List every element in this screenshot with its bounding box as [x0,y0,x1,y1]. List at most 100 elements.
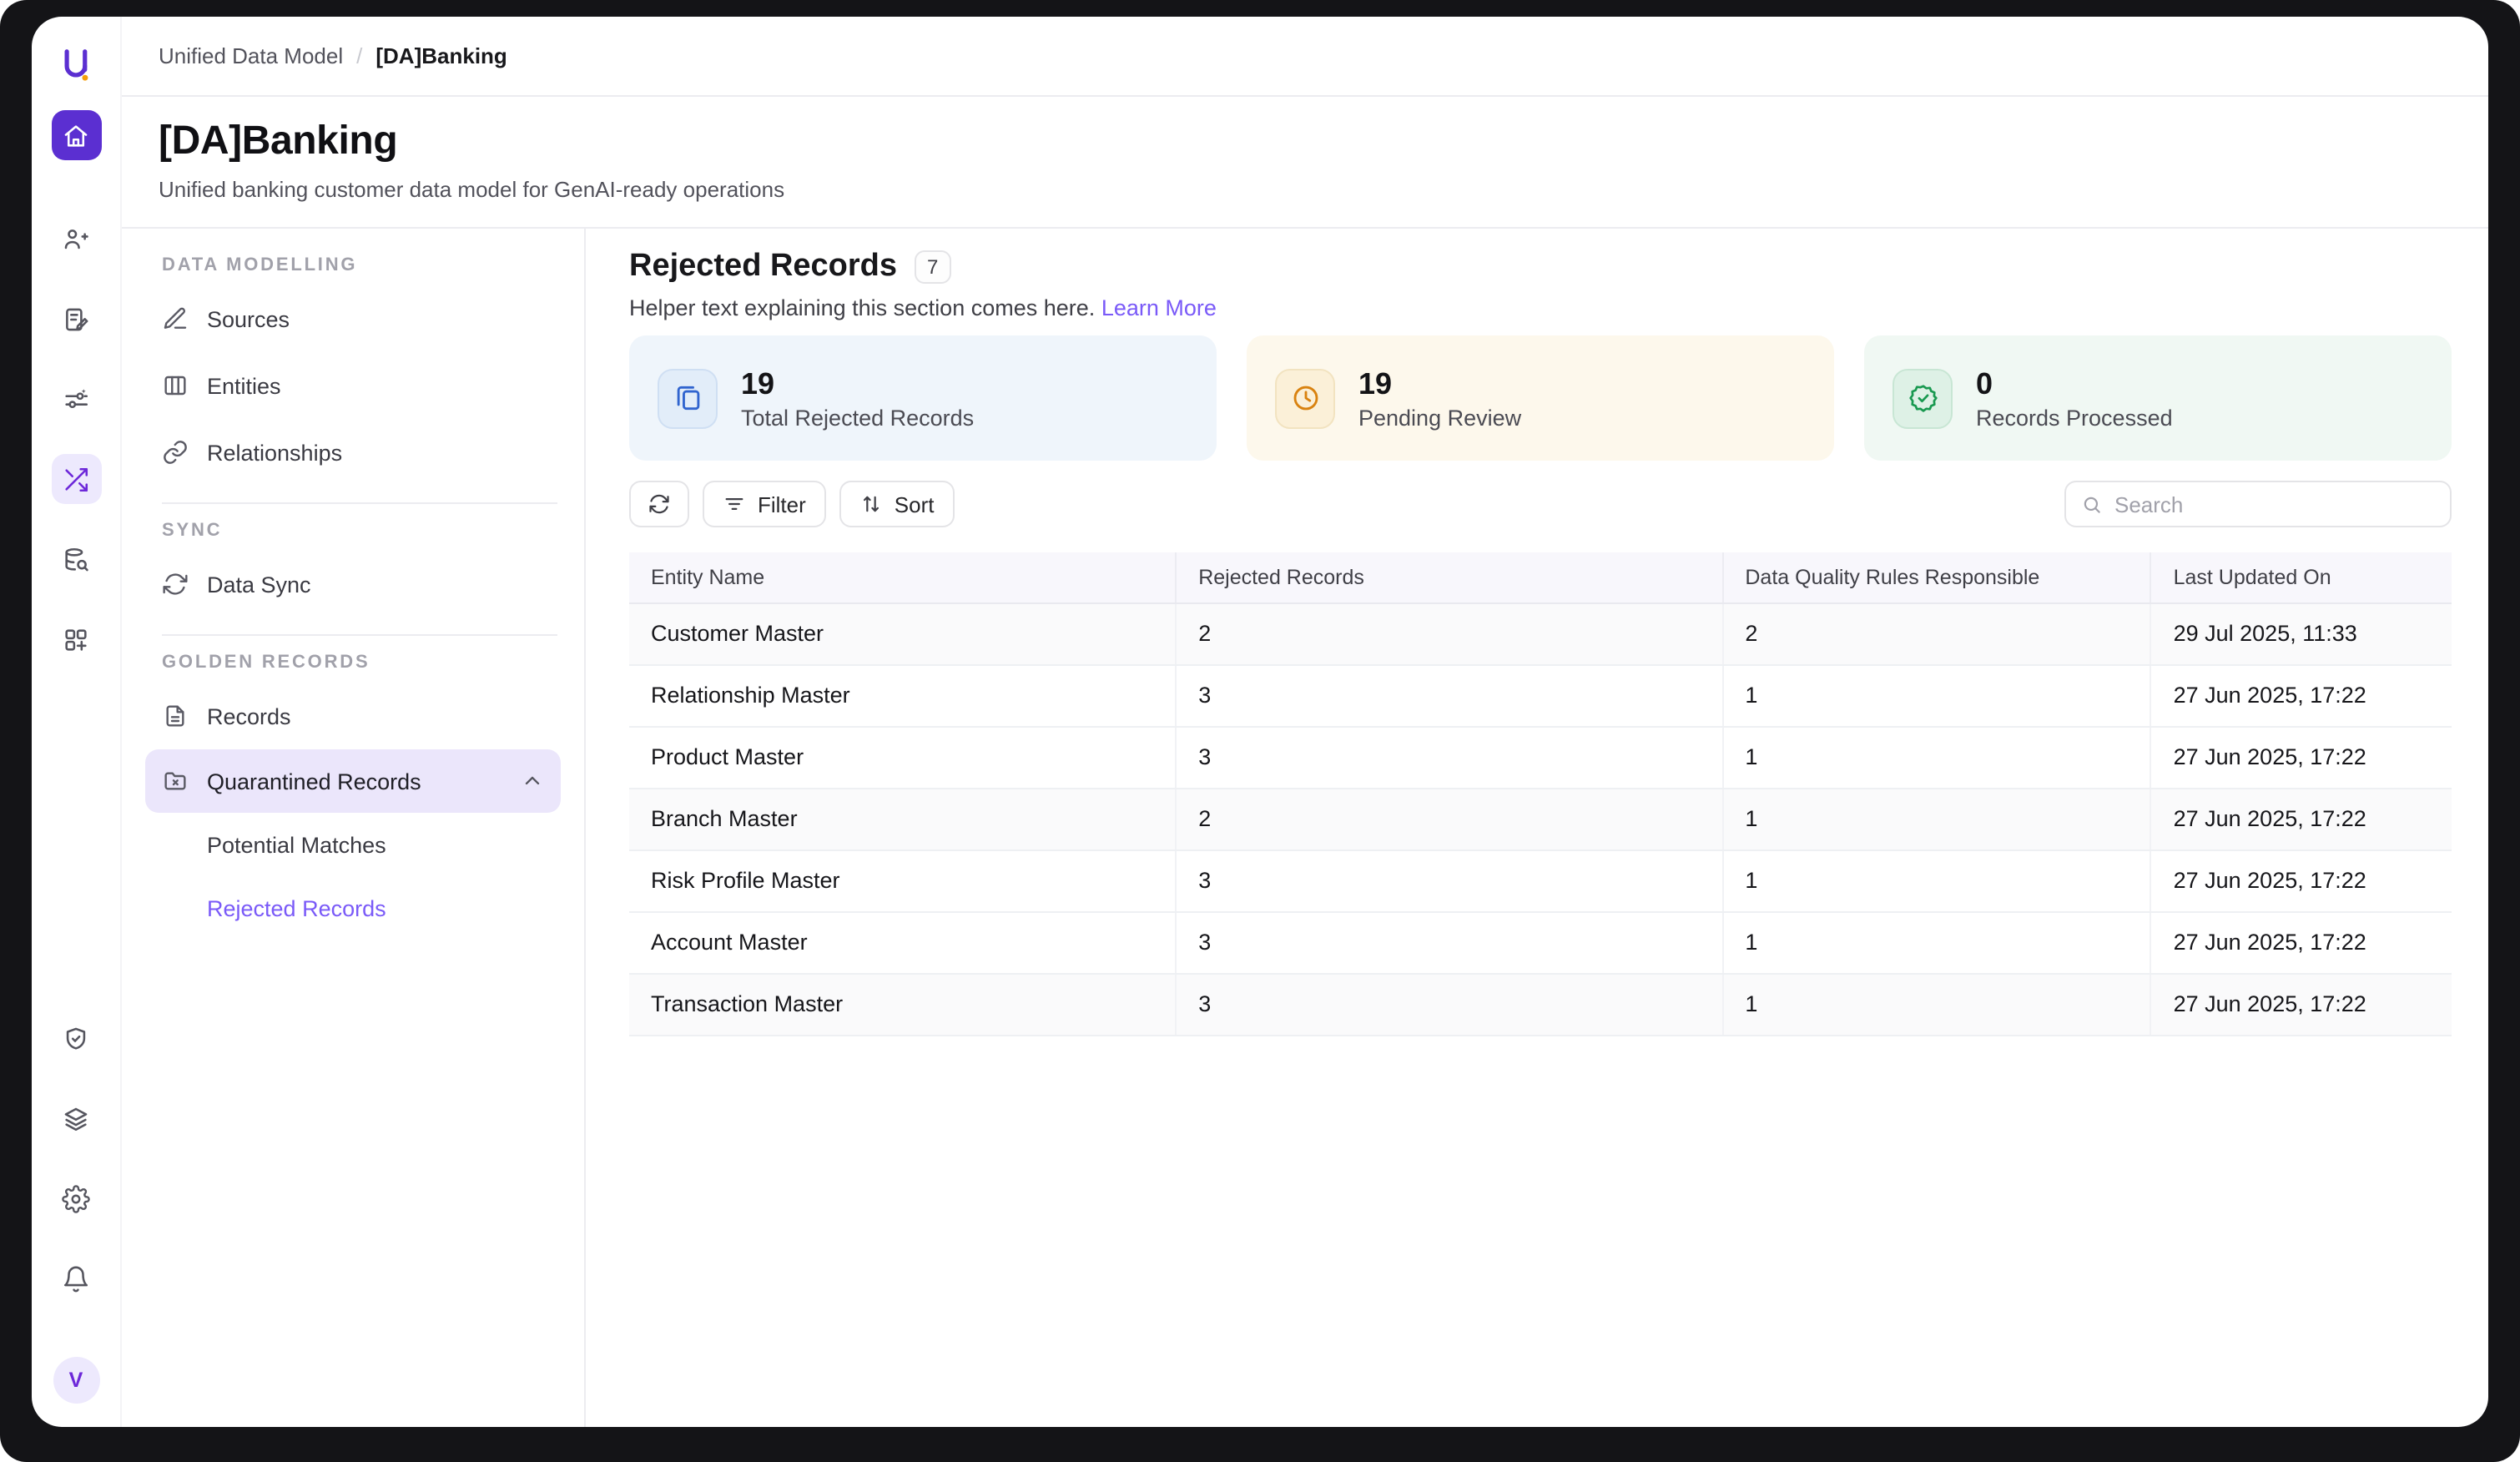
cell-last-updated: 29 Jul 2025, 11:33 [2151,602,2452,664]
main-panel: Rejected Records 7 Helper text explainin… [586,229,2488,1427]
sidebar-item-data-sync[interactable]: Data Sync [122,551,584,618]
home-icon [62,121,90,149]
cell-rejected-records: 3 [1176,911,1722,973]
cell-rejected-records: 3 [1176,849,1722,911]
stat-icon-box [1275,368,1335,428]
document-edit-icon [62,305,90,333]
search-box[interactable] [2064,481,2452,527]
stat-value: 19 [1358,366,1521,401]
security-button[interactable] [51,1013,101,1063]
stat-label: Pending Review [1358,405,1521,430]
cell-dq-rules: 1 [1722,664,2150,726]
cell-entity-name: Risk Profile Master [629,849,1176,911]
layers-button[interactable] [51,1093,101,1143]
chevron-up-icon[interactable] [521,769,544,793]
quarantine-folder-icon [162,768,189,794]
refresh-button[interactable] [629,481,689,527]
sort-button[interactable]: Sort [839,481,955,527]
app-window: V Unified Data Model / [DA]Banking [DA]B… [32,17,2488,1427]
table-row[interactable]: Product Master 3 1 27 Jun 2025, 17:22 [629,726,2452,788]
sidebar-item-sources[interactable]: Sources [122,285,584,352]
stat-card-records-processed: 0 Records Processed [1864,335,2452,461]
column-header-last-updated: Last Updated On [2151,552,2452,602]
refresh-icon [648,492,671,516]
settings-button[interactable] [51,1173,101,1223]
gear-icon [62,1184,90,1212]
toolbar-left-group: Filter Sort [629,481,954,527]
sidebar-item-label: Rejected Records [207,895,386,920]
breadcrumb: Unified Data Model / [DA]Banking [122,17,2488,97]
link-icon [162,439,189,466]
page-title: [DA]Banking [159,118,2452,165]
cell-entity-name: Account Master [629,911,1176,973]
content-row: DATA MODELLING Sources Entities [122,229,2488,1427]
stat-text: 19 Total Rejected Records [741,366,974,430]
data-flow-button[interactable] [51,454,101,504]
cell-rejected-records: 3 [1176,726,1722,788]
table-row[interactable]: Customer Master 2 2 29 Jul 2025, 11:33 [629,602,2452,664]
column-header-entity-name: Entity Name [629,552,1176,602]
database-search-button[interactable] [51,534,101,584]
learn-more-link[interactable]: Learn More [1101,295,1217,320]
cell-entity-name: Product Master [629,726,1176,788]
sort-arrows-icon [859,492,883,516]
sort-button-label: Sort [895,492,935,517]
table-row[interactable]: Branch Master 2 1 27 Jun 2025, 17:22 [629,788,2452,849]
sidebar-item-rejected-records[interactable]: Rejected Records [122,876,584,940]
sidebar-divider [162,634,557,636]
sidebar-item-label: Relationships [207,440,342,465]
sidebar-item-records[interactable]: Records [122,683,584,749]
table-row[interactable]: Transaction Master 3 1 27 Jun 2025, 17:2… [629,973,2452,1035]
section-header: Rejected Records 7 [629,249,2452,285]
filter-button[interactable]: Filter [703,481,826,527]
sidebar-section-golden-records: GOLDEN RECORDS [122,639,584,683]
sidebar-item-potential-matches[interactable]: Potential Matches [122,813,584,876]
cell-entity-name: Transaction Master [629,973,1176,1035]
table-row[interactable]: Risk Profile Master 3 1 27 Jun 2025, 17:… [629,849,2452,911]
table-row[interactable]: Relationship Master 3 1 27 Jun 2025, 17:… [629,664,2452,726]
sidebar-item-label: Entities [207,373,281,398]
breadcrumb-root-link[interactable]: Unified Data Model [159,43,343,68]
cell-last-updated: 27 Jun 2025, 17:22 [2151,726,2452,788]
rail-top-group [51,214,101,664]
avatar[interactable]: V [53,1357,99,1404]
apps-button[interactable] [51,614,101,664]
automation-button[interactable] [51,374,101,424]
search-icon [2081,493,2103,515]
sidebar-item-label: Quarantined Records [207,769,421,794]
cell-rejected-records: 3 [1176,664,1722,726]
stat-cards: 19 Total Rejected Records 19 [629,335,2452,461]
page-subtitle: Unified banking customer data model for … [159,177,2452,202]
cell-entity-name: Relationship Master [629,664,1176,726]
cell-dq-rules: 1 [1722,726,2150,788]
home-button[interactable] [51,110,101,160]
sidebar-divider [162,502,557,504]
adjustments-sparkle-icon [62,385,90,413]
cell-dq-rules: 1 [1722,973,2150,1035]
shell: Unified Data Model / [DA]Banking [DA]Ban… [122,17,2488,1427]
sidebar-item-entities[interactable]: Entities [122,352,584,419]
notifications-button[interactable] [51,1253,101,1303]
user-management-button[interactable] [51,214,101,264]
table-toolbar: Filter Sort [629,481,2452,527]
icon-rail: V [32,17,122,1427]
sidebar-item-label: Potential Matches [207,832,386,857]
sidebar-item-label: Data Sync [207,572,311,597]
cell-dq-rules: 1 [1722,911,2150,973]
breadcrumb-separator: / [356,43,362,68]
sidebar-item-relationships[interactable]: Relationships [122,419,584,486]
table-row[interactable]: Account Master 3 1 27 Jun 2025, 17:22 [629,911,2452,973]
stat-text: 0 Records Processed [1976,366,2173,430]
layers-icon [62,1104,90,1132]
table-columns-icon [162,372,189,399]
page-header: [DA]Banking Unified banking customer dat… [122,97,2488,229]
search-input[interactable] [2114,492,2435,517]
form-builder-button[interactable] [51,294,101,344]
sidebar-item-quarantined-records[interactable]: Quarantined Records [145,749,561,813]
database-search-icon [62,545,90,573]
rail-bottom-group [51,1013,101,1303]
filter-icon [723,492,746,516]
shuffle-icon [62,465,90,493]
sync-icon [162,571,189,597]
cell-last-updated: 27 Jun 2025, 17:22 [2151,664,2452,726]
